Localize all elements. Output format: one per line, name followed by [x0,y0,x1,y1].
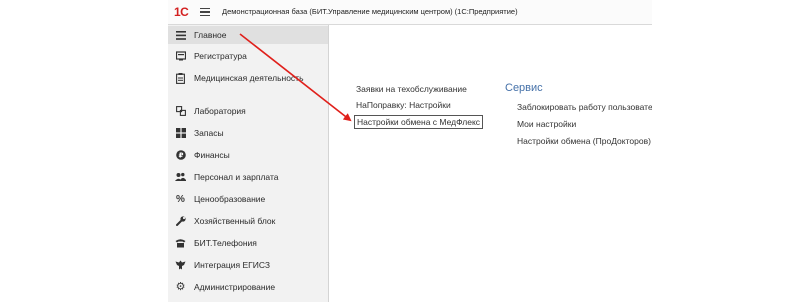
sidebar-item-medical[interactable]: Медицинская деятельность [168,70,328,98]
sidebar-item-lab[interactable]: Лаборатория [168,102,328,120]
wrench-icon [175,216,186,227]
sidebar-item-egisz[interactable]: Интеграция ЕГИСЗ [168,256,328,274]
sidebar-item-stock[interactable]: Запасы [168,124,328,142]
people-icon [175,172,186,183]
sidebar-item-label: Запасы [194,128,224,138]
sidebar-item-label: Администрирование [194,282,276,292]
phone-icon [175,238,186,249]
link-prodoctorov-exchange[interactable]: Настройки обмена (ПроДокторов) [517,136,651,146]
title-bar: 1С Демонстрационная база (БИТ.Управление… [168,0,652,25]
gear-icon: ⚙ [175,280,186,293]
sidebar-item-label: Медицинская деятельность [194,73,304,83]
sidebar-item-label: Интеграция ЕГИСЗ [194,260,271,270]
sidebar: Главное Регистратура Медицинская деятель… [168,25,329,302]
sidebar-item-staff[interactable]: Персонал и зарплата [168,168,328,186]
section-title-service: Сервис [505,82,543,94]
link-block-users[interactable]: Заблокировать работу пользователе [517,102,652,112]
sidebar-item-label: Регистратура [194,51,247,61]
lab-icon [175,106,186,117]
percent-icon: % [176,193,185,205]
1c-logo[interactable]: 1С [174,5,189,19]
ruble-coin-icon: ₽ [175,150,186,161]
sidebar-item-admin[interactable]: ⚙ Администрирование [168,278,328,296]
link-napopravku-settings[interactable]: НаПоправку: Настройки [356,100,451,110]
link-maintenance-requests[interactable]: Заявки на техобслуживание [356,84,467,94]
sidebar-item-label: Главное [194,30,227,40]
sidebar-item-pricing[interactable]: % Ценообразование [168,190,328,208]
sidebar-item-telephony[interactable]: БИТ.Телефония [168,234,328,252]
window-title: Демонстрационная база (БИТ.Управление ме… [222,7,518,16]
link-medflex-exchange-settings[interactable]: Настройки обмена с МедФлекс [354,115,484,129]
sidebar-item-registry[interactable]: Регистратура [168,47,328,65]
logo-text: 1С [174,5,189,19]
emblem-icon [175,260,186,271]
registry-icon [175,51,186,62]
sidebar-item-label: Хозяйственный блок [194,216,276,226]
main-content: Заявки на техобслуживание НаПоправку: На… [329,25,652,302]
sidebar-item-label: Ценообразование [194,194,266,204]
link-my-settings[interactable]: Мои настройки [517,119,576,129]
sidebar-item-label: БИТ.Телефония [194,238,257,248]
app-window: 1С Демонстрационная база (БИТ.Управление… [168,0,652,302]
sidebar-item-main[interactable]: Главное [168,26,328,44]
menu-lines-icon [175,30,186,41]
hamburger-menu-icon[interactable] [200,8,210,16]
sidebar-item-label: Финансы [194,150,230,160]
sidebar-item-facilities[interactable]: Хозяйственный блок [168,212,328,230]
sidebar-item-label: Персонал и зарплата [194,172,279,182]
svg-text:₽: ₽ [178,152,183,160]
clipboard-icon [175,73,186,84]
sidebar-item-finance[interactable]: ₽ Финансы [168,146,328,164]
sidebar-item-label: Лаборатория [194,106,246,116]
stock-grid-icon [175,128,186,139]
